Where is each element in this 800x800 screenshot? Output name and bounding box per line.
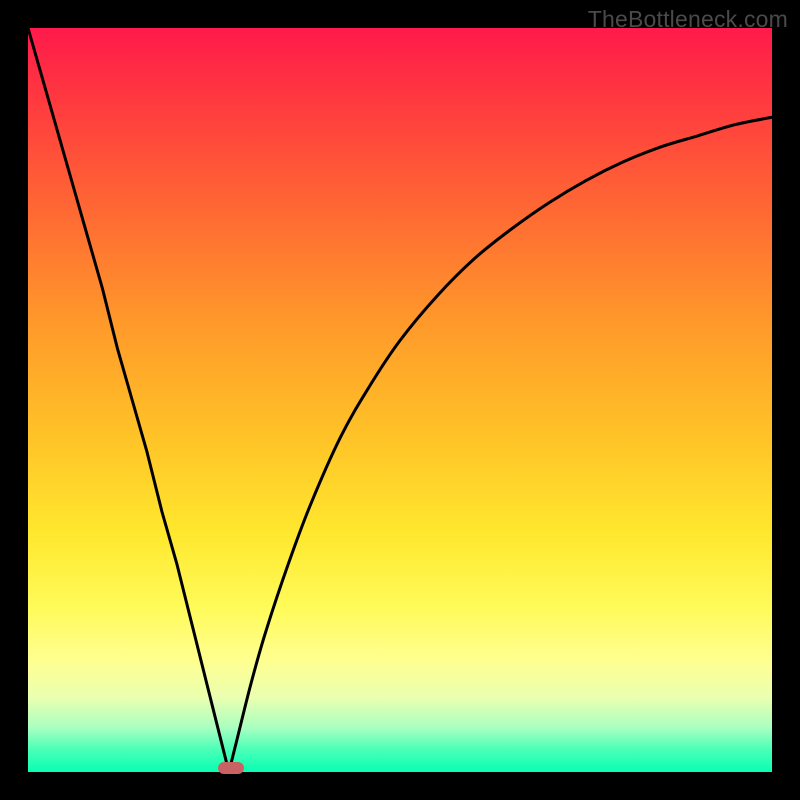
watermark-text: TheBottleneck.com	[588, 6, 788, 33]
chart-frame: TheBottleneck.com	[0, 0, 800, 800]
bottleneck-curve	[28, 28, 772, 772]
vertex-marker	[218, 762, 244, 774]
plot-area	[28, 28, 772, 772]
